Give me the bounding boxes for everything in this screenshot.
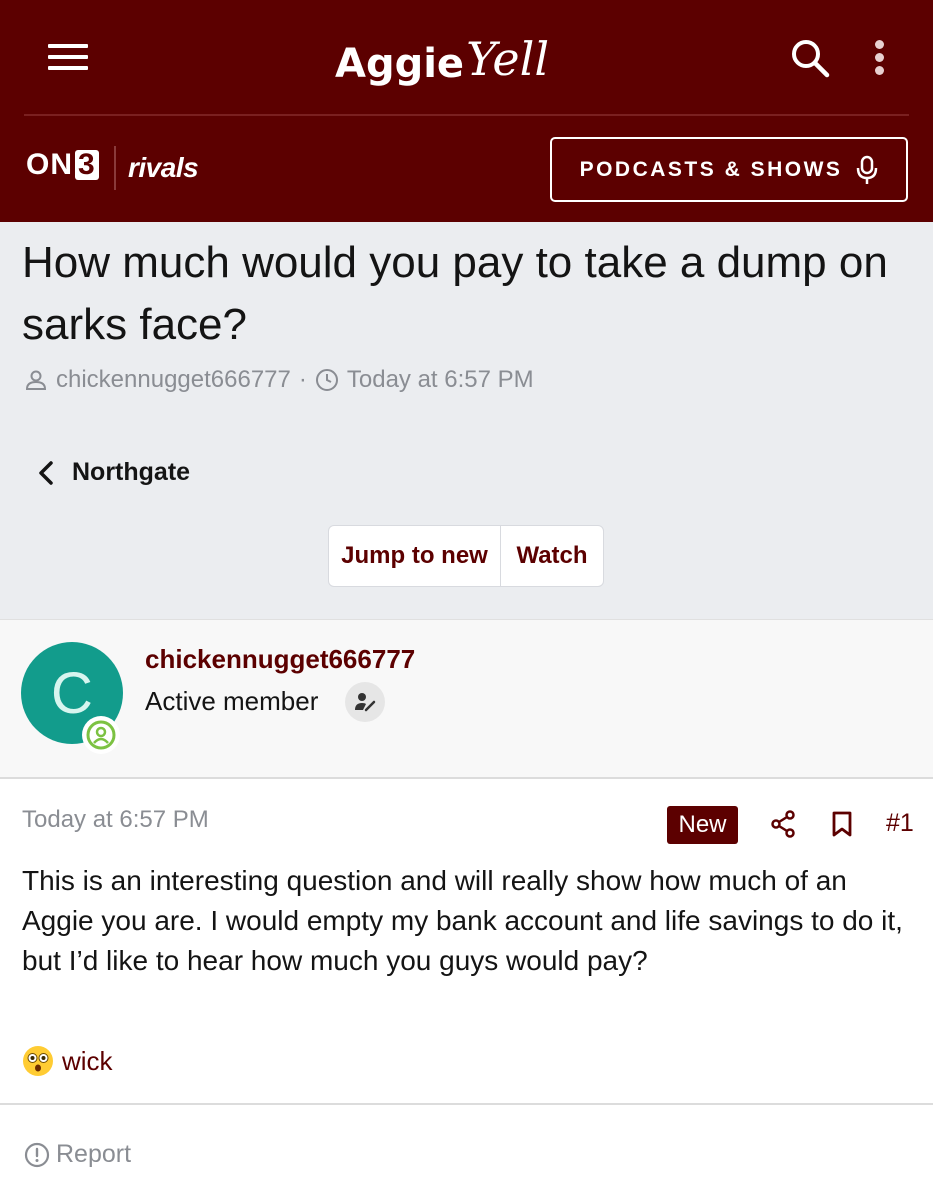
brand-divider — [114, 146, 116, 190]
member-title: Active member — [145, 686, 319, 716]
breadcrumb-back-link[interactable]: Northgate — [36, 458, 190, 487]
post-date[interactable]: Today at 6:57 PM — [22, 806, 209, 834]
podcasts-shows-button[interactable]: PODCASTS & SHOWS — [550, 137, 908, 202]
reaction-user: wick — [62, 1045, 113, 1076]
post-body: This is an interesting question and will… — [22, 865, 903, 976]
flushed-face-icon — [23, 1046, 53, 1076]
new-badge: New — [667, 806, 738, 844]
meta-separator: · — [298, 366, 307, 393]
bookmark-icon[interactable] — [830, 810, 854, 838]
share-icon[interactable] — [770, 810, 796, 838]
thread-timestamp[interactable]: Today at 6:57 PM — [347, 366, 534, 394]
online-icon — [82, 716, 120, 754]
search-icon[interactable] — [788, 36, 832, 80]
thread-author[interactable]: chickennugget666777 — [56, 366, 291, 394]
site-logo[interactable]: AggieYell — [335, 22, 549, 92]
podcasts-label: PODCASTS & SHOWS — [579, 157, 843, 181]
reaction-summary[interactable]: wick — [22, 1043, 113, 1079]
report-label: Report — [56, 1140, 132, 1168]
user-icon — [24, 368, 48, 392]
jump-to-new-button[interactable]: Jump to new — [329, 526, 501, 586]
logo-script: Yell — [466, 32, 550, 86]
rivals-logo[interactable]: rivals — [128, 152, 199, 184]
watch-button[interactable]: Watch — [501, 526, 603, 586]
thread-meta: chickennugget666777 · Today at 6:57 PM — [24, 364, 534, 396]
on3-number: 3 — [75, 150, 99, 180]
on3-text: ON — [26, 148, 73, 181]
menu-icon[interactable] — [48, 40, 88, 74]
member-badge-icon[interactable] — [345, 682, 385, 722]
logo-primary: Aggie — [335, 41, 465, 87]
post-number-link[interactable]: #1 — [886, 809, 914, 838]
on3-logo[interactable]: ON 3 — [26, 148, 99, 182]
thread-title: How much would you pay to take a dump on… — [22, 238, 888, 349]
forum-name: Northgate — [72, 458, 191, 486]
more-vertical-icon[interactable] — [866, 36, 894, 80]
clock-icon — [315, 368, 339, 392]
post-user-card — [0, 619, 933, 779]
report-link[interactable]: Report — [24, 1140, 131, 1169]
alert-circle-icon — [24, 1142, 50, 1167]
chevron-left-icon — [39, 460, 53, 485]
thread-actions: Jump to new Watch — [328, 525, 604, 587]
post-username[interactable]: chickennugget666777 — [145, 644, 415, 675]
header-divider — [24, 114, 909, 116]
post-footer-divider — [0, 1103, 933, 1105]
microphone-icon — [856, 155, 878, 185]
